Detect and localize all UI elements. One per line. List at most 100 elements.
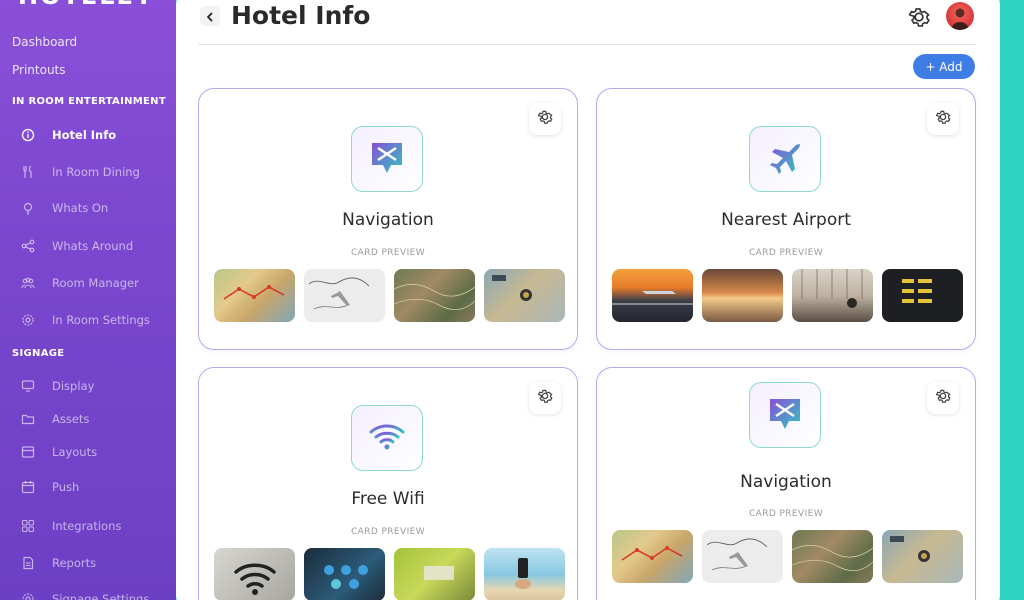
sidebar-item-label: Assets [52,412,90,426]
departures-board-thumbnail [882,269,963,322]
sidebar-item-room-manager[interactable]: Room Manager [0,269,176,297]
sidebar-item-in-room-dining[interactable]: In Room Dining [0,158,176,186]
sidebar-item-label: Display [52,379,95,393]
card-icon-tile [351,126,423,192]
brand-logo: HOTELEY [18,0,154,10]
gear-icon [934,387,952,409]
add-button[interactable]: + Add [913,54,975,79]
free-wifi-sign-thumbnail [394,548,475,600]
card-navigation[interactable]: Navigation CARD PREVIEW [198,88,578,350]
card-nearest-airport[interactable]: Nearest Airport CARD PREVIEW [596,88,976,350]
sidebar-item-label: Signage Settings [52,592,150,600]
monitor-icon [21,379,35,393]
nav-dashboard[interactable]: Dashboard [12,35,77,49]
info-icon [21,128,35,142]
sidebar-item-push[interactable]: Push [0,473,176,501]
gear-icon [906,8,932,34]
sidebar-item-integrations[interactable]: Integrations [0,512,176,540]
terminal-thumbnail [792,269,873,322]
card-preview-label: CARD PREVIEW [748,248,824,258]
sidebar-item-label: Reports [52,556,97,570]
sidebar-item-label: Integrations [52,519,122,533]
wifi-icon [367,416,407,460]
card-icon-tile [749,382,821,448]
users-icon [21,276,35,290]
avatar[interactable] [946,2,974,30]
card-preview-label: CARD PREVIEW [748,509,824,519]
topo-map-thumbnail [792,530,873,583]
airport-tarmac-thumbnail [612,269,693,322]
card-settings-button[interactable] [529,103,561,135]
sidebar-item-reports[interactable]: Reports [0,549,176,577]
sidebar-item-in-room-settings[interactable]: In Room Settings [0,306,176,334]
settings-icon [21,592,35,600]
card-icon-tile [351,405,423,471]
sidebar-item-label: Layouts [52,445,98,459]
card-thumbnails [612,530,963,583]
calendar-icon [21,480,35,494]
card-preview-label: CARD PREVIEW [350,248,426,258]
card-free-wifi[interactable]: Free Wifi CARD PREVIEW [198,367,578,600]
nav-printouts[interactable]: Printouts [12,63,66,77]
navigation-icon [765,393,805,437]
sidebar: HOTELEY Dashboard Printouts IN ROOM ENTE… [0,0,176,600]
gear-icon [536,387,554,409]
card-title: Navigation [342,210,434,230]
sidebar-item-hotel-info[interactable]: Hotel Info [0,121,176,149]
plane-window-thumbnail [702,269,783,322]
card-title: Nearest Airport [721,210,851,230]
sidebar-item-display[interactable]: Display [0,372,176,400]
folder-icon [21,412,35,426]
card-settings-button[interactable] [927,103,959,135]
sidebar-item-label: In Room Dining [52,165,140,179]
back-button[interactable] [200,6,220,26]
navigation-icon [367,137,407,181]
card-settings-button[interactable] [927,382,959,414]
grid-icon [21,519,35,533]
sidebar-item-label: Room Manager [52,276,139,290]
wifi-sign-thumbnail [214,548,295,600]
header: Hotel Info [176,0,1000,46]
section-heading-signage: SIGNAGE [12,348,65,359]
settings-icon [21,313,35,327]
map-thumbnail [612,530,693,583]
share-icon [21,239,35,253]
sidebar-item-label: Whats Around [52,239,134,253]
map-thumbnail [214,269,295,322]
sidebar-item-whats-on[interactable]: Whats On [0,194,176,222]
sketch-map-thumbnail [702,530,783,583]
smartphone-settings-thumbnail [304,548,385,600]
sidebar-item-label: Push [52,480,80,494]
beach-phone-thumbnail [484,548,565,600]
compass-map-thumbnail [484,269,565,322]
chevron-left-icon [205,7,215,26]
layout-icon [21,445,35,459]
sidebar-item-whats-around[interactable]: Whats Around [0,232,176,260]
card-settings-button[interactable] [529,382,561,414]
page-title: Hotel Info [231,1,371,30]
section-heading-in-room: IN ROOM ENTERTAINMENT [12,96,166,107]
card-preview-label: CARD PREVIEW [350,527,426,537]
main-panel: Hotel Info + Add Navigation CARD PREVIEW [176,0,1000,600]
airplane-icon [765,137,805,181]
sidebar-item-label: Hotel Info [52,128,117,142]
settings-button[interactable] [906,4,932,30]
report-icon [21,556,35,570]
card-thumbnails [214,548,565,600]
sidebar-item-label: In Room Settings [52,313,150,327]
lightbulb-icon [21,201,35,215]
topo-map-thumbnail [394,269,475,322]
sidebar-item-assets[interactable]: Assets [0,405,176,433]
card-icon-tile [749,126,821,192]
gear-icon [934,108,952,130]
card-thumbnails [214,269,565,322]
compass-map-thumbnail [882,530,963,583]
utensils-icon [21,165,35,179]
card-navigation-2[interactable]: Navigation CARD PREVIEW [596,367,976,600]
sketch-map-thumbnail [304,269,385,322]
sidebar-item-label: Whats On [52,201,109,215]
card-title: Navigation [740,472,832,492]
sidebar-item-signage-settings[interactable]: Signage Settings [0,585,176,600]
gear-icon [536,108,554,130]
sidebar-item-layouts[interactable]: Layouts [0,438,176,466]
